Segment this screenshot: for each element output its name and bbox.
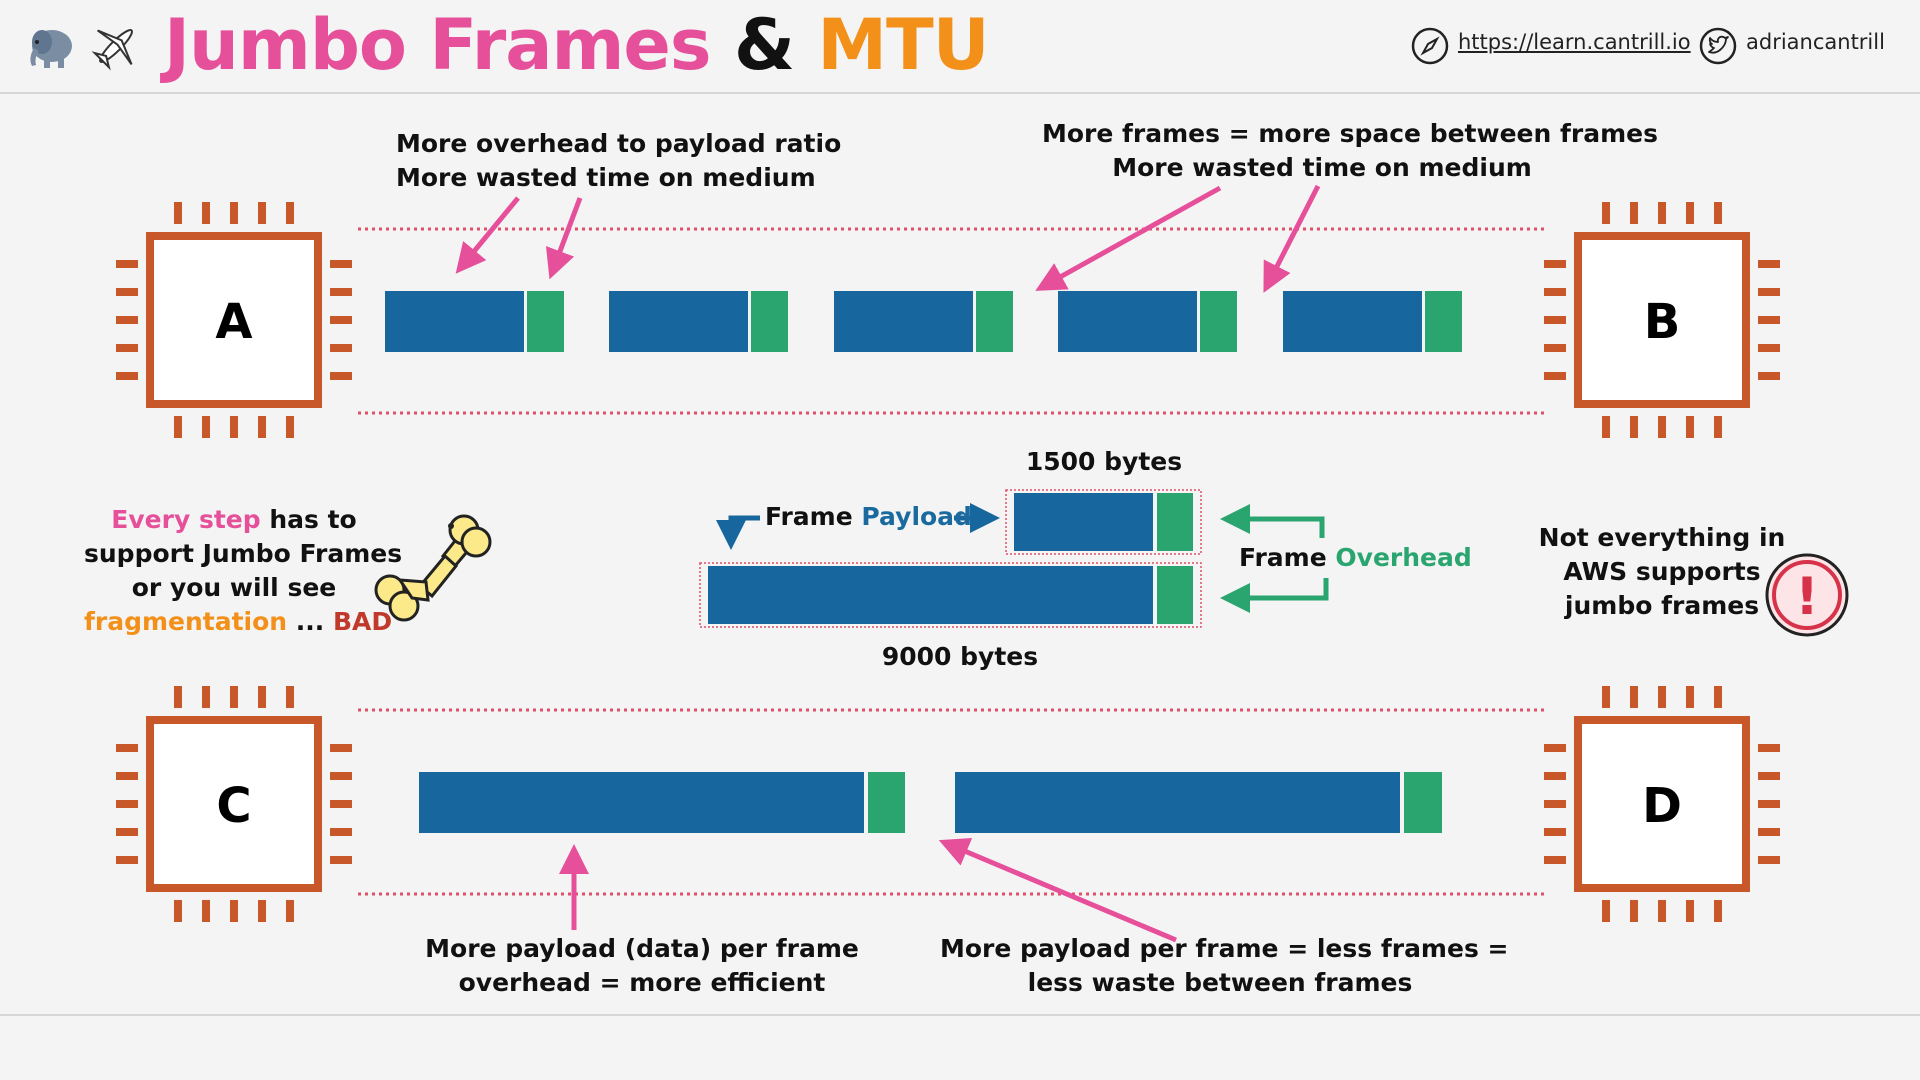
frame-payload xyxy=(834,291,973,352)
annotation-payload-efficiency: More payload (data) per frame overhead =… xyxy=(402,932,882,1000)
small-frame-payload xyxy=(1014,493,1153,551)
frame-overhead xyxy=(527,291,564,352)
frame-payload-word: Payload xyxy=(861,502,972,531)
node-label-a: A xyxy=(215,294,252,350)
arrow-overhead-left-1 xyxy=(455,196,520,274)
frame-overhead xyxy=(1425,291,1462,352)
fragmentation-highlight: fragmentation xyxy=(84,607,288,636)
bad-highlight: BAD xyxy=(333,607,393,636)
arrow-jumbo-gap xyxy=(938,837,1177,943)
annotation-less-waste: More payload per frame = less frames = l… xyxy=(940,932,1509,1000)
large-frame-payload xyxy=(708,566,1153,624)
node-label-b: B xyxy=(1644,294,1681,350)
step-dots: ... xyxy=(287,607,333,636)
node-label-d: D xyxy=(1642,778,1682,834)
step-line2: support Jumbo Frames xyxy=(84,539,403,568)
frame-payload xyxy=(609,291,748,352)
jumbo-frame-payload xyxy=(955,772,1400,833)
jumbo-support-warning: Every step has to support Jumbo Frames o… xyxy=(84,503,403,639)
annotation-frame-spacing-line1: More frames = more space between frames xyxy=(1042,119,1658,148)
frame-payload xyxy=(1058,291,1197,352)
annotation-overhead-ratio-line2: More wasted time on medium xyxy=(396,163,816,192)
annotation-frame-spacing: More frames = more space between frames … xyxy=(1042,117,1658,185)
overhead-arrow-lower xyxy=(1220,578,1329,613)
annotation-less-waste-line1: More payload per frame = less frames = xyxy=(940,934,1509,963)
jumbo-frame-payload xyxy=(419,772,864,833)
frame-overhead xyxy=(976,291,1013,352)
large-frame-overhead xyxy=(1157,566,1193,624)
frame-payload xyxy=(1283,291,1422,352)
payload-arrow-left xyxy=(716,515,760,550)
chip-node-a: A xyxy=(116,202,352,438)
jumbo-frames-row xyxy=(419,772,1442,833)
frame-overhead xyxy=(751,291,788,352)
annotation-frame-spacing-line2: More wasted time on medium xyxy=(1112,153,1532,182)
node-label-c: C xyxy=(216,778,251,834)
large-frame-size-label: 9000 bytes xyxy=(881,642,1039,671)
annotation-payload-efficiency-line1: More payload (data) per frame xyxy=(425,934,859,963)
arrow-gap-1 xyxy=(1035,185,1222,291)
frame-overhead xyxy=(1200,291,1237,352)
annotation-overhead-ratio-line1: More overhead to payload ratio xyxy=(396,129,842,158)
frame-overhead-frame-word: Frame xyxy=(1239,543,1336,572)
aws-jumbo-note: Not everything in AWS supports jumbo fra… xyxy=(1532,521,1792,623)
every-step-highlight: Every step xyxy=(111,505,261,534)
annotation-payload-efficiency-line2: overhead = more efficient xyxy=(458,968,826,997)
small-frame-overhead xyxy=(1157,493,1193,551)
chip-node-d: D xyxy=(1544,686,1780,922)
jumbo-frame-overhead xyxy=(1404,772,1442,833)
broken-bone-icon xyxy=(374,514,492,622)
footer-divider xyxy=(0,1014,1920,1016)
aws-note-line1: Not everything in xyxy=(1538,523,1786,552)
frame-payload-label: Frame Payload xyxy=(765,500,972,534)
chip-node-b: B xyxy=(1544,202,1780,438)
step-line3: or you will see xyxy=(131,573,337,602)
annotation-less-waste-line2: less waste between frames xyxy=(1027,968,1413,997)
small-frame-size-label: 1500 bytes xyxy=(1025,447,1183,476)
frame-overhead-word: Overhead xyxy=(1335,543,1472,572)
warning-icon-glyph: ! xyxy=(1795,567,1819,627)
jumbo-frame-overhead xyxy=(868,772,905,833)
chip-node-c: C xyxy=(116,686,352,922)
frame-payload xyxy=(385,291,524,352)
aws-note-line3: jumbo frames xyxy=(1564,591,1760,620)
frame-overhead-label: Frame Overhead xyxy=(1239,541,1472,575)
annotation-overhead-ratio: More overhead to payload ratio More wast… xyxy=(396,127,842,195)
step-has-to: has to xyxy=(260,505,357,534)
standard-frames-row xyxy=(385,291,1462,352)
frame-payload-frame-word: Frame xyxy=(765,502,862,531)
aws-note-line2: AWS supports xyxy=(1563,557,1761,586)
arrow-gap-2 xyxy=(1263,184,1321,293)
arrow-overhead-left-2 xyxy=(545,197,583,280)
overhead-arrow-upper xyxy=(1220,504,1325,538)
